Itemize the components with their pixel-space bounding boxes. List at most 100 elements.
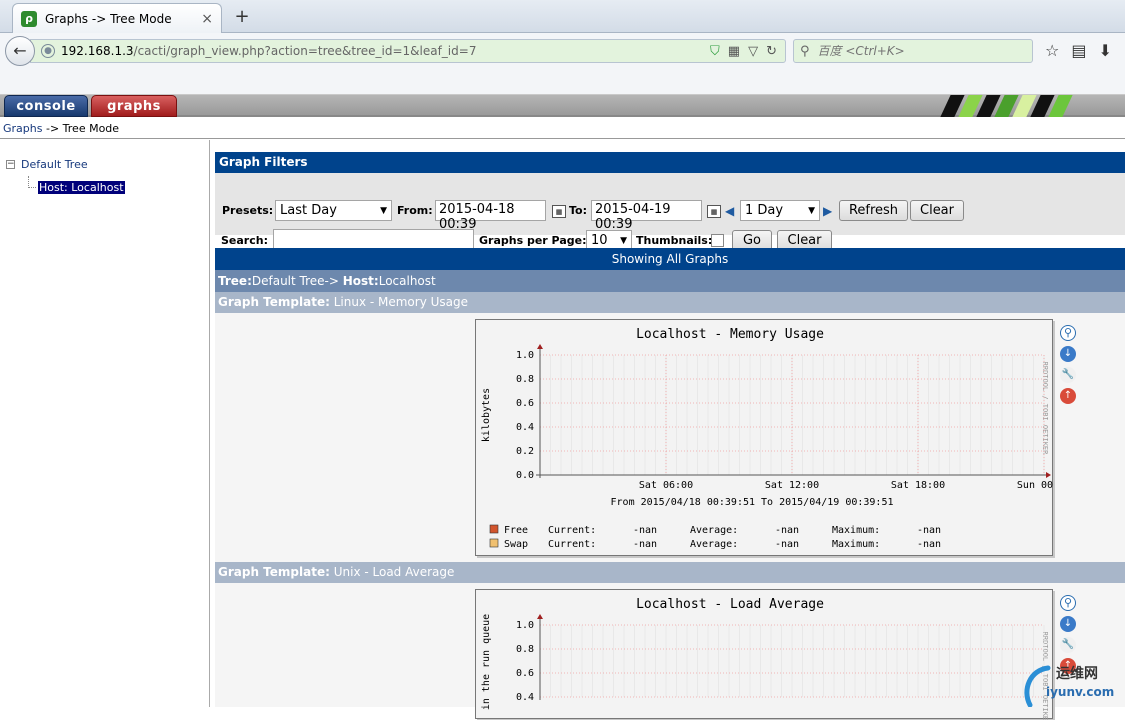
legend-name: Swap (504, 539, 528, 550)
calendar-icon[interactable]: ▦ (552, 205, 566, 218)
tab-close-icon[interactable]: × (201, 11, 213, 27)
page-top-icon[interactable]: ↑ (1060, 388, 1076, 404)
breadcrumb-separator: -> (42, 122, 63, 135)
legend-current-value: -nan (633, 539, 657, 550)
from-label: From: (397, 204, 433, 217)
cacti-favicon-icon: ρ (21, 10, 37, 27)
search-label: Search: (221, 234, 268, 247)
timespan-select[interactable]: 1 Day ▼ (740, 200, 820, 221)
url-bar[interactable]: ● 192.168.1.3/cacti/graph_view.php?actio… (30, 39, 786, 63)
tree-connector-line (28, 176, 36, 188)
graph-range-text: From 2015/04/18 00:39:51 To 2015/04/19 0… (611, 497, 894, 508)
dropdown-icon[interactable]: ▽ (748, 44, 758, 59)
thumbnails-checkbox[interactable] (711, 234, 724, 247)
legend-name: Free (504, 525, 528, 536)
refresh-button[interactable]: Refresh (839, 200, 908, 221)
shift-right-arrow-icon[interactable]: ▶ (823, 204, 832, 218)
graph-y-label: kilobytes (481, 388, 492, 442)
search-bar[interactable]: ⚲ (793, 39, 1033, 63)
browser-navbar: ● 192.168.1.3/cacti/graph_view.php?actio… (0, 33, 1125, 95)
graphs-per-page-label: Graphs per Page: (479, 234, 587, 247)
browser-tabstrip: ρ Graphs -> Tree Mode × + (0, 0, 1125, 33)
y-tick-label: 0.6 (516, 398, 534, 409)
zoom-magnifier-icon[interactable]: ⚲ (1060, 325, 1076, 341)
iyunv-watermark-logo: 运维网 iyunv.com (1024, 665, 1114, 707)
legend-maximum-label: Maximum: (832, 525, 880, 536)
tree-root-default-tree[interactable]: − Default Tree (6, 158, 88, 171)
csv-export-icon[interactable]: ↓ (1060, 346, 1076, 362)
x-tick-label: Sun 00:00 (1017, 480, 1054, 491)
showing-all-graphs-header: Showing All Graphs (215, 248, 1125, 270)
legend-current-label: Current: (548, 525, 596, 536)
rrdtool-credit: RRDTOOL / TOBI OETIKER (1041, 362, 1049, 456)
tree-collapse-icon[interactable]: − (6, 160, 15, 169)
y-tick-label: 0.8 (516, 644, 534, 655)
legend-average-value: -nan (775, 539, 799, 550)
to-label: To: (569, 204, 587, 217)
legend-maximum-label: Maximum: (832, 539, 880, 550)
zoom-magnifier-icon[interactable]: ⚲ (1060, 595, 1076, 611)
thumbnails-label: Thumbnails: (636, 234, 713, 247)
calendar-icon[interactable]: ▦ (707, 205, 721, 218)
y-tick-label: 1.0 (516, 620, 534, 631)
tree-item-localhost[interactable]: Host: Localhost (38, 181, 125, 194)
chevron-down-icon: ▼ (380, 205, 387, 216)
y-axis-arrow (537, 614, 543, 619)
breadcrumb: Graphs -> Tree Mode (0, 119, 1125, 139)
wrench-properties-icon[interactable]: 🔧 (1060, 637, 1076, 653)
from-date-input[interactable]: 2015-04-18 00:39 (435, 200, 546, 232)
graph-filters-panel: Graph Filters Presets: Last Day ▼ From: 2… (215, 152, 1125, 251)
graph-filters-body: Presets: Last Day ▼ From: 2015-04-18 00:3… (215, 173, 1125, 251)
download-icon[interactable]: ⬇ (1098, 41, 1111, 60)
tree-pane: − Default Tree Host: Localhost (0, 140, 210, 707)
qr-code-icon[interactable]: ▦ (728, 44, 740, 59)
wrench-properties-icon[interactable]: 🔧 (1060, 367, 1076, 383)
bookmark-star-icon[interactable]: ☆ (1045, 41, 1059, 60)
chevron-down-icon: ▼ (620, 235, 627, 246)
clear-button[interactable]: Clear (910, 200, 964, 221)
watermark-en: iyunv.com (1046, 685, 1114, 699)
breadcrumb-graphs-link[interactable]: Graphs (3, 122, 42, 135)
browser-search-input[interactable] (817, 44, 1018, 58)
legend-average-value: -nan (775, 525, 799, 536)
tab-console[interactable]: console (4, 95, 88, 117)
reload-icon[interactable]: ↻ (766, 44, 777, 59)
legend-average-label: Average: (690, 525, 738, 536)
shield-icon[interactable]: ⛉ (710, 44, 720, 59)
tree-path-header: Tree:Default Tree-> Host:Localhost (215, 270, 1125, 292)
search-input[interactable] (273, 229, 474, 250)
to-date-input[interactable]: 2015-04-19 00:39 (591, 200, 702, 232)
y-tick-label: 0.0 (516, 470, 534, 481)
breadcrumb-current: Tree Mode (62, 122, 120, 135)
url-text: 192.168.1.3/cacti/graph_view.php?action=… (61, 44, 477, 58)
presets-select[interactable]: Last Day ▼ (275, 200, 392, 221)
back-button[interactable]: ← (5, 36, 35, 66)
shift-left-arrow-icon[interactable]: ◀ (725, 204, 734, 218)
graph-memory-usage[interactable]: Localhost - Memory Usage kilobytes RRDTO… (475, 319, 1054, 556)
x-tick-label: Sat 18:00 (891, 480, 945, 491)
graph-title: Localhost - Load Average (636, 597, 824, 612)
presets-label: Presets: (222, 204, 274, 217)
tab-title: Graphs -> Tree Mode (45, 11, 172, 26)
csv-export-icon[interactable]: ↓ (1060, 616, 1076, 632)
bookmarks-list-icon[interactable]: ▤ (1071, 41, 1086, 60)
y-axis-arrow (537, 344, 543, 349)
new-tab-button[interactable]: + (232, 6, 252, 27)
graph-filters-header: Graph Filters (215, 152, 1125, 173)
tree-root-label[interactable]: Default Tree (21, 158, 88, 171)
chevron-down-icon: ▼ (808, 205, 815, 216)
graph-load-average[interactable]: Localhost - Load Average in the run queu… (475, 589, 1053, 720)
graph-template-header: Graph Template: Linux - Memory Usage (215, 292, 1125, 313)
legend-maximum-value: -nan (917, 525, 941, 536)
globe-icon: ● (41, 44, 55, 58)
graph-template-header: Graph Template: Unix - Load Average (215, 562, 1125, 583)
legend-swatch-free (489, 524, 499, 534)
x-axis-arrow (1046, 472, 1051, 478)
browser-tab[interactable]: ρ Graphs -> Tree Mode × (12, 3, 222, 33)
x-tick-label: Sat 06:00 (639, 480, 693, 491)
tab-graphs[interactable]: graphs (91, 95, 177, 117)
y-tick-label: 0.4 (516, 692, 534, 703)
search-icon: ⚲ (800, 43, 810, 59)
graph-y-label: in the run queue (481, 614, 492, 710)
cacti-header: console graphs (0, 95, 1125, 117)
